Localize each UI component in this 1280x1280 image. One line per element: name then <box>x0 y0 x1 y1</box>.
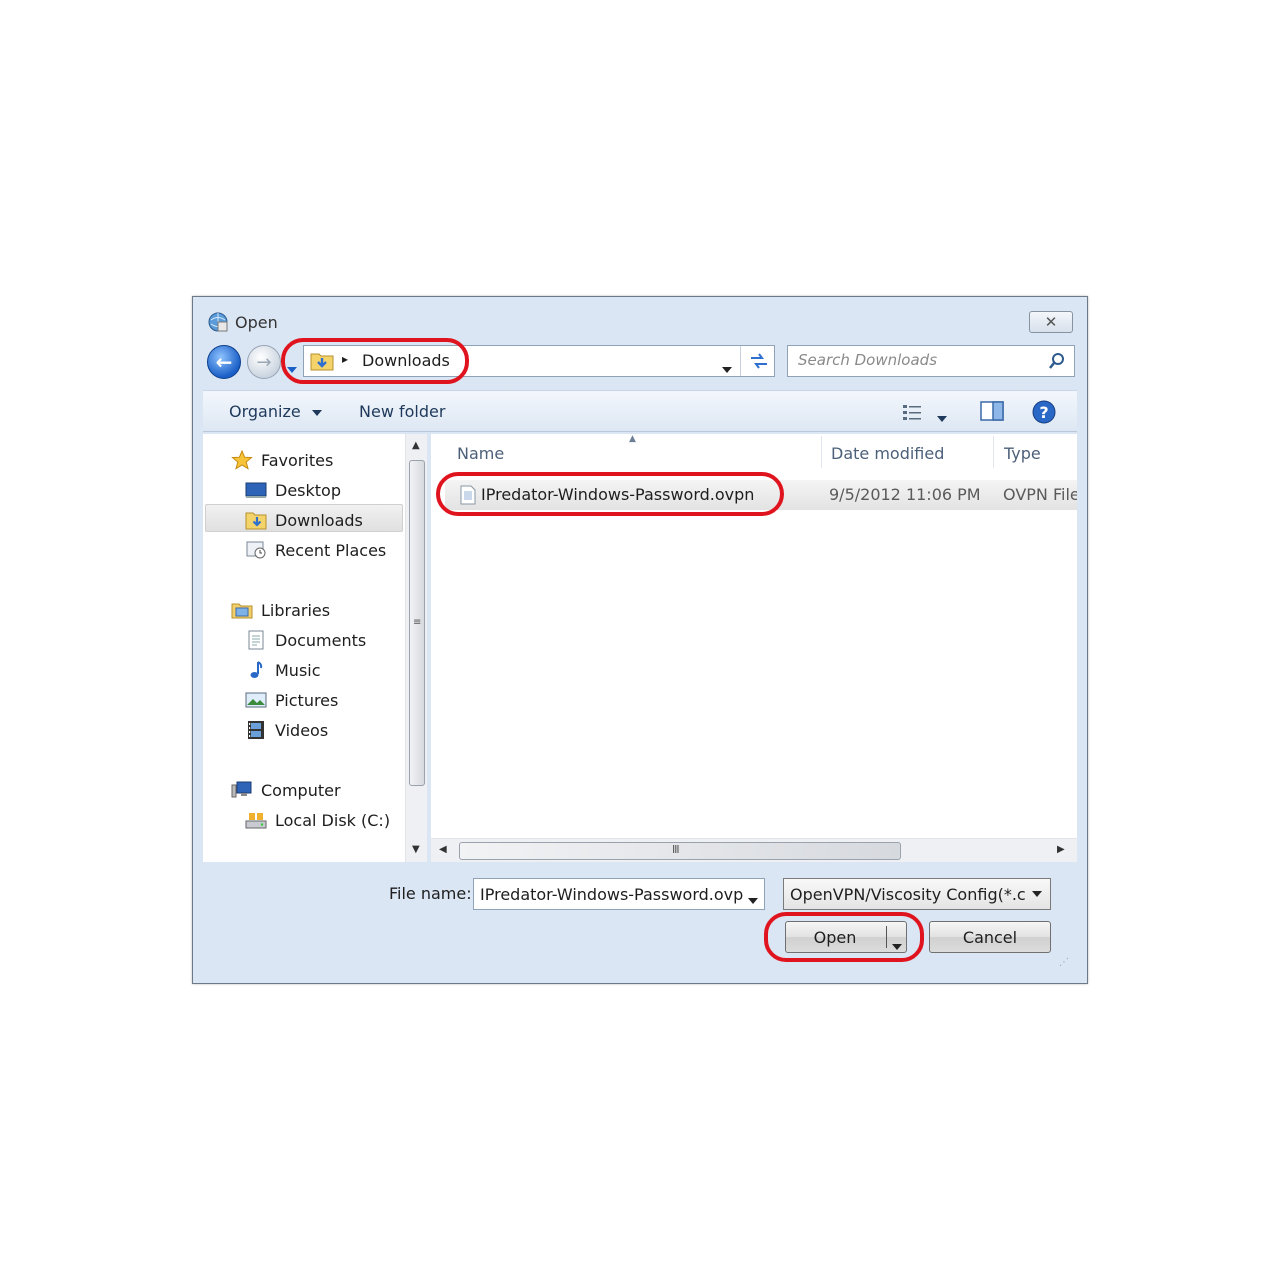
scroll-up-arrow-icon[interactable]: ▲ <box>412 440 420 451</box>
forward-arrow-icon: → <box>256 351 272 373</box>
window-title: Open <box>235 313 278 332</box>
nav-item-downloads[interactable]: Downloads <box>245 508 363 532</box>
nav-group-libraries[interactable]: Libraries <box>231 598 330 622</box>
nav-item-documents[interactable]: Documents <box>245 628 366 652</box>
pictures-icon <box>245 690 267 710</box>
close-icon: ✕ <box>1044 313 1058 331</box>
svg-text:?: ? <box>1039 403 1048 422</box>
nav-scrollbar[interactable]: ▲ ≡ ▼ <box>405 434 427 862</box>
new-folder-button[interactable]: New folder <box>359 402 445 421</box>
navigation-pane: Favorites Desktop Downloads Recent Place… <box>203 434 427 862</box>
highlight-ring-open <box>764 912 924 962</box>
filename-input[interactable]: IPredator-Windows-Password.ovp <box>473 878 765 910</box>
videos-icon <box>245 720 267 740</box>
nav-scroll-thumb[interactable]: ≡ <box>409 460 425 786</box>
nav-item-local-disk[interactable]: Local Disk (C:) <box>245 808 390 832</box>
grip-icon: Ⅲ <box>672 843 680 856</box>
star-icon <box>231 449 253 470</box>
view-options-icon[interactable] <box>901 401 925 423</box>
nav-item-videos[interactable]: Videos <box>245 718 328 742</box>
column-header-date[interactable]: Date modified <box>831 444 944 463</box>
app-globe-icon <box>207 311 229 333</box>
highlight-ring-address <box>281 338 469 384</box>
music-icon <box>245 660 267 680</box>
chevron-down-icon <box>937 416 947 422</box>
highlight-ring-file <box>436 472 784 516</box>
filename-label: File name: <box>389 884 472 903</box>
forward-button[interactable]: → <box>247 345 281 379</box>
column-header-type[interactable]: Type <box>1004 444 1041 463</box>
column-header-name[interactable]: Name <box>457 444 504 463</box>
nav-group-favorites[interactable]: Favorites <box>231 448 333 472</box>
libraries-icon <box>231 600 253 620</box>
view-dropdown[interactable] <box>937 408 947 426</box>
command-toolbar: Organize New folder ? <box>203 390 1077 432</box>
nav-item-music[interactable]: Music <box>245 658 321 682</box>
downloads-folder-icon <box>245 510 267 530</box>
nav-group-computer[interactable]: Computer <box>231 778 341 802</box>
address-history-dropdown[interactable] <box>722 359 732 377</box>
nav-item-desktop[interactable]: Desktop <box>245 478 341 502</box>
h-scroll-thumb[interactable]: Ⅲ <box>459 842 901 860</box>
search-placeholder: Search Downloads <box>798 351 938 369</box>
file-list-h-scrollbar[interactable]: ◀ Ⅲ ▶ <box>431 838 1077 862</box>
chevron-down-icon <box>722 367 732 373</box>
scroll-down-arrow-icon[interactable]: ▼ <box>412 844 420 855</box>
search-icon[interactable] <box>1048 352 1066 370</box>
file-type: OVPN File <box>1003 485 1077 504</box>
desktop-icon <box>245 480 267 500</box>
back-button[interactable]: ← <box>207 345 241 379</box>
search-box[interactable]: Search Downloads <box>787 345 1075 377</box>
computer-icon <box>231 780 253 800</box>
organize-label: Organize <box>229 402 301 421</box>
nav-item-recent-places[interactable]: Recent Places <box>245 538 386 562</box>
chevron-down-icon <box>311 409 322 416</box>
open-dialog: Open ✕ ← → ▸ Downloads Search Downloads … <box>192 296 1088 984</box>
help-icon[interactable]: ? <box>1031 399 1057 425</box>
cancel-button[interactable]: Cancel <box>929 921 1051 953</box>
hard-drive-icon <box>245 810 267 830</box>
grip-icon: ≡ <box>413 617 422 628</box>
chevron-down-icon[interactable] <box>1032 891 1042 897</box>
close-button[interactable]: ✕ <box>1029 311 1073 333</box>
chevron-down-icon <box>748 898 758 904</box>
sort-ascending-icon: ▲ <box>629 434 636 444</box>
file-date: 9/5/2012 11:06 PM <box>829 485 981 504</box>
scroll-right-arrow-icon[interactable]: ▶ <box>1057 844 1065 855</box>
nav-item-pictures[interactable]: Pictures <box>245 688 338 712</box>
scroll-left-arrow-icon[interactable]: ◀ <box>439 844 447 855</box>
refresh-icon[interactable] <box>748 351 770 371</box>
documents-icon <box>245 630 267 650</box>
resize-grip-icon[interactable]: ⋰ <box>1059 957 1073 971</box>
recent-places-icon <box>245 540 267 560</box>
filename-history-dropdown[interactable] <box>748 890 758 908</box>
filetype-value: OpenVPN/Viscosity Config(*.cc <box>790 884 1026 904</box>
preview-pane-icon[interactable] <box>979 400 1005 422</box>
organize-button[interactable]: Organize <box>229 402 322 421</box>
filetype-select[interactable]: OpenVPN/Viscosity Config(*.cc <box>783 878 1051 910</box>
back-arrow-icon: ← <box>215 350 233 374</box>
filename-value: IPredator-Windows-Password.ovp <box>480 884 744 904</box>
